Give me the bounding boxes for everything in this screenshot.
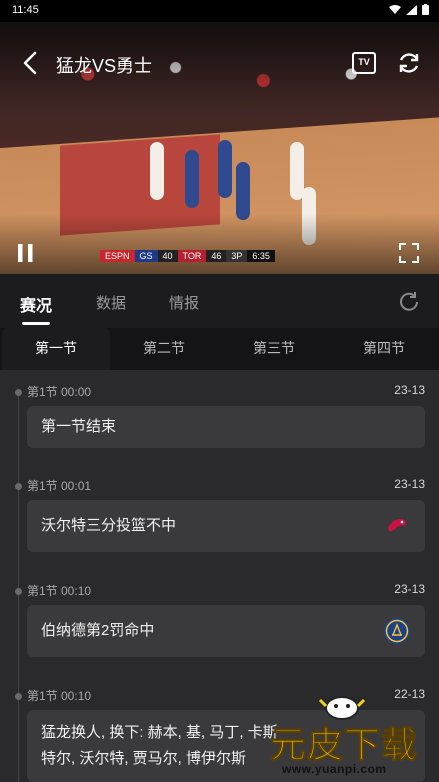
timeline-dot — [15, 588, 22, 595]
score-bug-score-a: 40 — [157, 250, 178, 262]
event-time: 第1节 00:01 — [27, 479, 92, 493]
score-bug-network: ESPN — [100, 250, 135, 262]
event-card: 伯纳德第2罚命中 — [27, 605, 425, 657]
video-player-figure — [236, 162, 250, 220]
reload-icon[interactable] — [397, 290, 421, 314]
period-tab-q2[interactable]: 第二节 — [110, 328, 218, 370]
tv-cast-button[interactable]: TV — [352, 52, 376, 74]
fullscreen-icon[interactable] — [398, 242, 420, 264]
video-player[interactable]: 猛龙VS勇士 TV ESPN GS 40 TOR 46 3P 6:35 — [0, 22, 439, 274]
period-tab-q4[interactable]: 第四节 — [330, 328, 438, 370]
event-time: 第1节 00:10 — [27, 689, 92, 703]
timeline-dot — [15, 693, 22, 700]
signal-icon — [406, 4, 417, 15]
timeline-dot — [15, 389, 22, 396]
status-bar: 11:45 — [0, 0, 439, 22]
video-player-figure — [185, 150, 199, 208]
event-text: 沃尔特三分投篮不中 — [41, 517, 177, 534]
warriors-logo-icon — [384, 618, 410, 644]
tab-live[interactable]: 赛况 — [20, 292, 52, 316]
event-score: 23-13 — [394, 477, 425, 491]
score-bug: ESPN GS 40 TOR 46 3P 6:35 — [100, 250, 275, 262]
tab-active-indicator — [22, 322, 50, 325]
video-title: 猛龙VS勇士 — [56, 56, 153, 76]
timeline-line — [18, 390, 19, 782]
event-text: 伯纳德第2罚命中 — [41, 622, 155, 639]
back-arrow-icon[interactable] — [18, 50, 44, 76]
event-card: 沃尔特三分投篮不中 — [27, 500, 425, 552]
site-watermark: 元皮下载 www.yuanpi.com — [262, 690, 434, 782]
score-bug-score-b: 46 — [206, 250, 227, 262]
watermark-url: www.yuanpi.com — [282, 762, 387, 776]
wifi-icon — [389, 4, 401, 14]
status-time: 11:45 — [12, 4, 39, 16]
battery-icon — [422, 4, 429, 15]
event-score: 23-13 — [394, 383, 425, 397]
event-text: 第一节结束 — [41, 418, 117, 435]
score-bug-quarter: 3P — [226, 250, 248, 262]
event-time: 第1节 00:10 — [27, 584, 92, 598]
period-selector: 第一节 第二节 第三节 第四节 — [0, 328, 439, 370]
period-tab-q3[interactable]: 第三节 — [220, 328, 328, 370]
refresh-icon[interactable] — [396, 50, 422, 76]
watermark-text: 元皮下载 — [269, 725, 419, 767]
tab-stats[interactable]: 数据 — [96, 292, 126, 313]
timeline-dot — [15, 483, 22, 490]
period-tab-q1[interactable]: 第一节 — [2, 328, 110, 370]
score-bug-team-a: GS — [134, 250, 158, 262]
video-bottom-gradient — [0, 214, 439, 274]
event-card: 第一节结束 — [27, 406, 425, 448]
score-bug-clock: 6:35 — [247, 250, 275, 262]
raptors-logo-icon — [384, 513, 410, 539]
event-time: 第1节 00:00 — [27, 385, 92, 399]
score-bug-team-b: TOR — [177, 250, 207, 262]
video-player-figure — [218, 140, 232, 198]
event-score: 23-13 — [394, 582, 425, 596]
tab-intel[interactable]: 情报 — [169, 292, 199, 313]
main-tabs: 赛况 数据 情报 — [0, 274, 439, 328]
pause-icon[interactable] — [16, 242, 36, 264]
video-player-figure — [150, 142, 164, 200]
